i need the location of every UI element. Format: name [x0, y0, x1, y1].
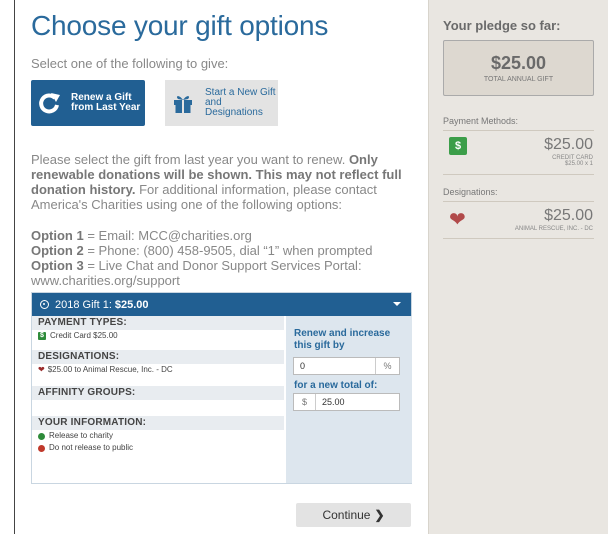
designation-amount: $25.00	[544, 207, 593, 224]
designation-line: ❤ $25.00 to Animal Rescue, Inc. - DC	[32, 364, 284, 376]
heart-icon: ❤	[449, 209, 466, 231]
dollar-icon: $	[38, 332, 46, 340]
divider	[443, 130, 594, 131]
payment-type-line: $ Credit Card $25.00	[32, 330, 284, 342]
renew-increase-panel: Renew and increase this gift by 0 % for …	[286, 316, 412, 483]
designations-heading: DESIGNATIONS:	[32, 350, 284, 364]
new-gift-label: Start a New Gift and Designations	[205, 87, 276, 118]
gift-panel-header[interactable]: 2018 Gift 1: $25.00	[32, 293, 411, 316]
currency-symbol: $	[294, 394, 316, 410]
dollar-icon: $	[449, 137, 467, 155]
new-total-value[interactable]: 25.00	[316, 394, 399, 410]
designation-name: ANIMAL RESCUE, INC. - DC	[514, 226, 593, 232]
radio-selected-icon	[40, 300, 49, 309]
close-icon	[38, 444, 45, 452]
page-title: Choose your gift options	[31, 10, 329, 41]
percent-unit: %	[375, 358, 399, 374]
gift-panel: 2018 Gift 1: $25.00 PAYMENT TYPES: $ Cre…	[31, 292, 412, 484]
main-content: Choose your gift options Select one of t…	[15, 0, 427, 534]
no-release-line: Do not release to public	[32, 442, 284, 454]
increase-percent-value[interactable]: 0	[294, 358, 375, 374]
payment-method-amount: $25.00	[544, 136, 593, 153]
divider	[443, 201, 594, 202]
renew-gift-label: Renew a Gift from Last Year	[71, 92, 141, 113]
payment-method-detail: $25.00 x 1	[564, 161, 593, 167]
subtitle: Select one of the following to give:	[31, 56, 229, 71]
renew-increase-label: Renew and increase this gift by	[294, 328, 391, 351]
info-text-plain: Please select the gift from last year yo…	[31, 152, 349, 167]
option-label: Option 3	[31, 258, 84, 273]
app-frame: Choose your gift options Select one of t…	[14, 0, 608, 534]
pledge-sidebar: Your pledge so far: $25.00 TOTAL ANNUAL …	[428, 0, 608, 534]
renewal-info-text: Please select the gift from last year yo…	[31, 152, 411, 212]
gift-header-amount: $25.00	[114, 298, 149, 311]
new-total-input[interactable]: $ 25.00	[293, 393, 400, 411]
heart-icon: ❤	[38, 365, 45, 374]
option-label: Option 1	[31, 228, 84, 243]
divider	[443, 238, 594, 239]
designation-text: $25.00 to Animal Rescue, Inc. - DC	[47, 365, 173, 374]
your-information-heading: YOUR INFORMATION:	[32, 416, 284, 430]
option-text: = Phone: (800) 458-9505, dial “1” when p…	[83, 243, 373, 258]
chevron-down-icon[interactable]	[393, 302, 401, 306]
refresh-icon	[31, 80, 67, 126]
contact-option-1: Option 1 = Email: MCC@charities.org	[31, 228, 411, 243]
total-gift-value: $25.00	[490, 53, 547, 73]
no-release-text: Do not release to public	[49, 443, 134, 452]
continue-button[interactable]: Continue ❯	[296, 503, 411, 527]
designations-label: Designations:	[443, 187, 498, 197]
contact-option-2: Option 2 = Phone: (800) 458-9505, dial “…	[31, 243, 411, 258]
payment-types-heading: PAYMENT TYPES:	[32, 316, 284, 330]
gift-details: PAYMENT TYPES: $ Credit Card $25.00 DESI…	[32, 316, 284, 454]
gift-icon	[165, 80, 201, 126]
total-gift-box: $25.00 TOTAL ANNUAL GIFT	[443, 40, 594, 96]
renew-gift-button[interactable]: Renew a Gift from Last Year	[31, 80, 145, 126]
affinity-groups-heading: AFFINITY GROUPS:	[32, 386, 284, 400]
gift-header-prefix: 2018 Gift 1:	[55, 298, 112, 311]
option-text: = Email: MCC@charities.org	[83, 228, 252, 243]
increase-percent-input[interactable]: 0 %	[293, 357, 400, 375]
pledge-title: Your pledge so far:	[443, 18, 561, 33]
release-charity-text: Release to charity	[49, 431, 114, 440]
total-gift-label: TOTAL ANNUAL GIFT	[483, 76, 554, 83]
divider	[443, 174, 594, 175]
continue-label: Continue	[322, 508, 371, 522]
contact-options: Option 1 = Email: MCC@charities.org Opti…	[31, 228, 411, 288]
release-charity-line: Release to charity	[32, 430, 284, 442]
new-gift-button[interactable]: Start a New Gift and Designations	[165, 80, 278, 126]
contact-option-3: Option 3 = Live Chat and Donor Support S…	[31, 258, 411, 288]
option-label: Option 2	[31, 243, 84, 258]
payment-type-text: Credit Card $25.00	[50, 331, 118, 340]
new-total-label: for a new total of:	[294, 380, 378, 391]
chevron-right-icon: ❯	[374, 508, 385, 522]
payment-methods-label: Payment Methods:	[443, 116, 519, 126]
check-icon	[38, 432, 45, 440]
